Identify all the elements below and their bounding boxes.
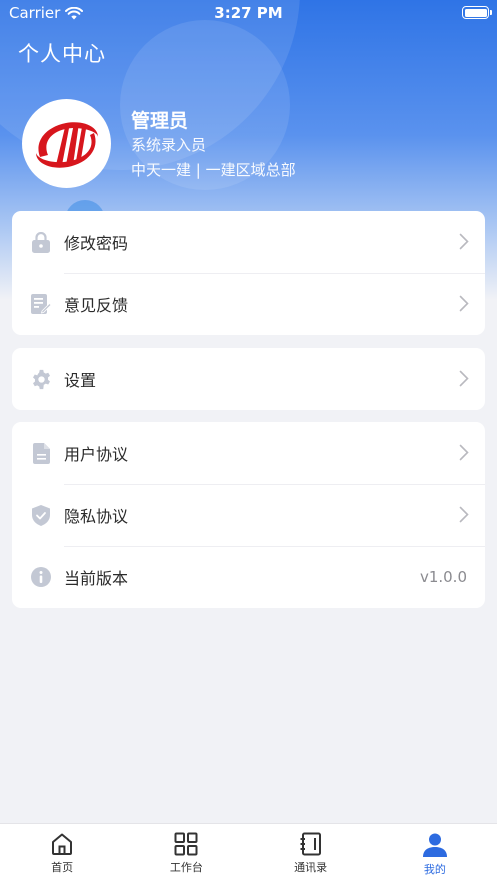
tab-label: 通讯录 xyxy=(294,861,328,874)
user-organization: 中天一建 | 一建区域总部 xyxy=(131,161,296,179)
tab-home[interactable]: 首页 xyxy=(0,824,124,883)
menu-item-change-password[interactable]: 修改密码 xyxy=(12,211,485,273)
menu-item-label: 意见反馈 xyxy=(64,296,129,315)
chevron-right-icon xyxy=(459,506,469,523)
chevron-right-icon xyxy=(459,444,469,461)
chevron-right-icon xyxy=(459,370,469,387)
menu-item-user-agreement[interactable]: 用户协议 xyxy=(12,422,485,484)
feedback-icon xyxy=(30,293,52,315)
tab-mine[interactable]: 我的 xyxy=(373,824,497,883)
menu-item-current-version: 当前版本 v1.0.0 xyxy=(12,546,485,608)
menu-item-label: 设置 xyxy=(64,371,97,390)
document-icon xyxy=(30,442,52,464)
user-icon xyxy=(422,833,447,857)
user-role: 系统录入员 xyxy=(131,136,207,154)
chevron-right-icon xyxy=(459,295,469,312)
company-logo xyxy=(35,121,98,168)
tab-label: 工作台 xyxy=(169,861,203,874)
menu-item-feedback[interactable]: 意见反馈 xyxy=(12,273,485,335)
grid-icon xyxy=(174,832,198,856)
menu-item-label: 修改密码 xyxy=(64,234,129,253)
menu-card-settings: 设置 xyxy=(12,348,485,410)
bottom-tab-bar: 首页 工作台 通讯录 我的 xyxy=(0,823,497,883)
menu-card-about: 用户协议 隐私协议 当前版本 v1.0.0 xyxy=(12,422,485,608)
menu-item-label: 当前版本 xyxy=(64,569,129,588)
contacts-book-icon xyxy=(300,832,321,856)
lock-icon xyxy=(30,231,52,253)
tab-contacts[interactable]: 通讯录 xyxy=(249,824,373,883)
page-title: 个人中心 xyxy=(18,42,106,66)
menu-card-account: 修改密码 意见反馈 xyxy=(12,211,485,335)
home-icon xyxy=(52,833,73,855)
user-name: 管理员 xyxy=(131,110,189,132)
battery-icon xyxy=(462,6,492,19)
menu-item-settings[interactable]: 设置 xyxy=(12,348,485,410)
menu-item-privacy-agreement[interactable]: 隐私协议 xyxy=(12,484,485,546)
info-icon xyxy=(30,566,52,588)
menu-item-label: 用户协议 xyxy=(64,445,129,464)
clock: 3:27 PM xyxy=(214,4,283,22)
gear-icon xyxy=(30,368,52,390)
avatar[interactable] xyxy=(22,99,111,188)
tab-label: 我的 xyxy=(423,863,446,876)
chevron-right-icon xyxy=(459,233,469,250)
tab-label: 首页 xyxy=(51,861,74,874)
status-bar: Carrier 3:27 PM xyxy=(0,0,497,26)
tab-workbench[interactable]: 工作台 xyxy=(124,824,248,883)
shield-icon xyxy=(30,504,52,526)
menu-item-label: 隐私协议 xyxy=(64,507,129,526)
version-value: v1.0.0 xyxy=(419,568,467,586)
